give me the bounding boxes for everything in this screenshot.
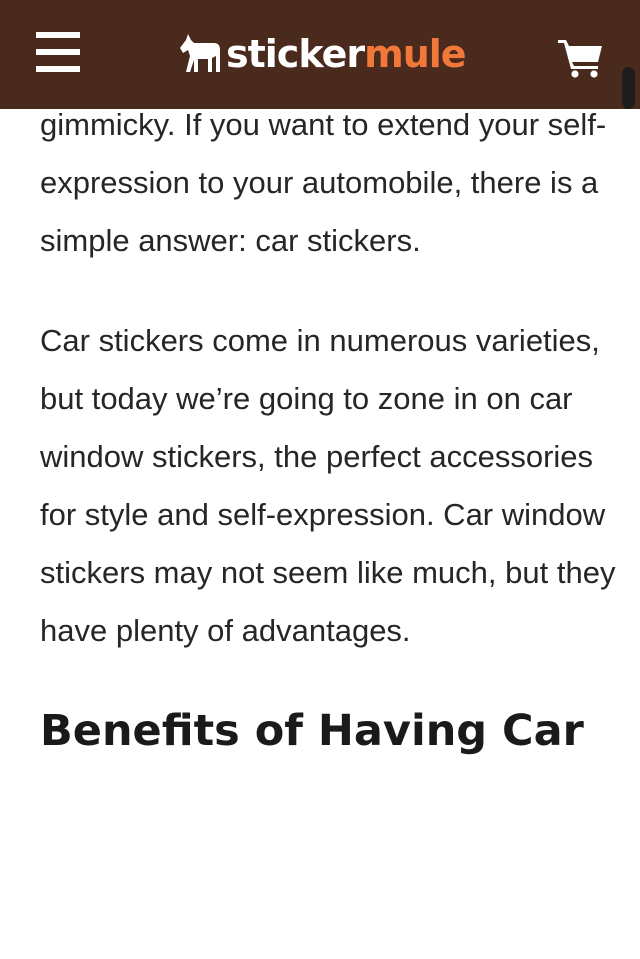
- scrollbar-thumb[interactable]: [622, 67, 635, 109]
- menu-bar: [36, 32, 80, 38]
- mule-icon: [180, 34, 220, 72]
- article-body: gimmicky. If you want to extend your sel…: [40, 96, 620, 760]
- menu-bar: [36, 66, 80, 72]
- article-paragraph: Car stickers come in numerous varieties,…: [40, 323, 616, 648]
- hamburger-menu-icon[interactable]: [36, 32, 80, 74]
- logo-text: stickermule: [226, 26, 467, 82]
- article-paragraph: gimmicky. If you want to extend your sel…: [40, 107, 607, 258]
- menu-bar: [36, 49, 80, 55]
- stickermule-logo[interactable]: stickermule: [178, 26, 467, 82]
- logo-sticker: sticker: [226, 32, 365, 76]
- logo-mule: mule: [364, 32, 466, 76]
- shopping-cart-icon[interactable]: [558, 38, 604, 78]
- site-header: stickermule: [0, 0, 640, 109]
- section-heading: Benefits of Having Car: [40, 706, 584, 756]
